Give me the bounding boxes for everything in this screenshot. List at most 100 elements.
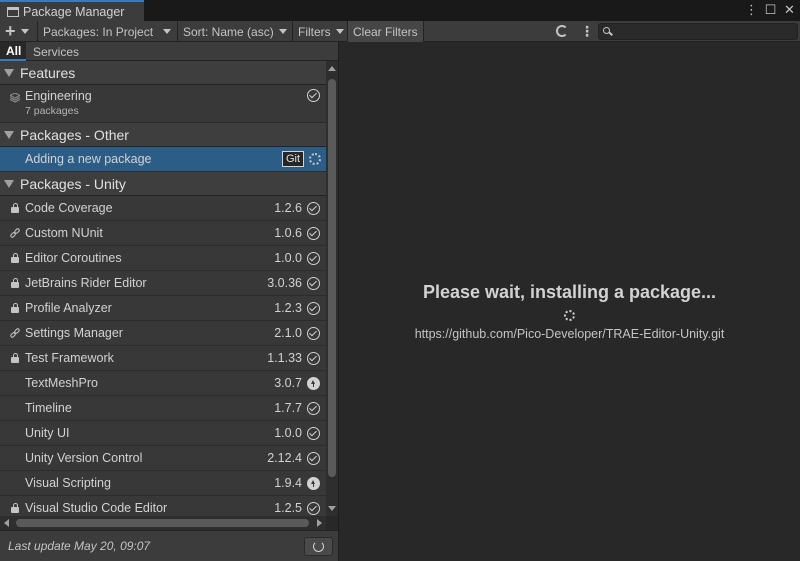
filters-label: Filters — [298, 24, 331, 39]
installed-check-icon — [307, 352, 320, 365]
package-name: TextMeshPro — [25, 376, 98, 390]
refresh-button[interactable] — [304, 537, 333, 556]
clear-filters-button[interactable]: Clear Filters — [348, 21, 424, 42]
list-item[interactable]: TextMeshPro 3.0.7 — [0, 371, 326, 396]
installed-check-icon — [307, 502, 320, 515]
expand-triangle-icon — [4, 68, 14, 77]
package-version: 1.2.5 — [274, 501, 302, 515]
window-icon — [7, 6, 19, 17]
loading-spinner-icon — [556, 25, 568, 37]
package-name: Code Coverage — [25, 201, 113, 215]
chevron-down-icon — [335, 29, 344, 34]
scroll-left-icon[interactable] — [4, 519, 9, 527]
package-name: Settings Manager — [25, 326, 123, 340]
group-header-features[interactable]: Features — [0, 61, 326, 85]
scroll-right-icon[interactable] — [317, 519, 322, 527]
link-icon — [9, 227, 21, 239]
installed-check-icon — [307, 302, 320, 315]
package-version: 2.1.0 — [274, 326, 302, 340]
search-input[interactable] — [598, 23, 798, 40]
chevron-down-icon — [278, 29, 287, 34]
package-count: 7 packages — [25, 105, 79, 117]
search-icon — [603, 27, 610, 34]
installed-check-icon — [307, 252, 320, 265]
vertical-scrollbar[interactable] — [326, 61, 338, 516]
filters-dropdown[interactable]: Filters — [293, 21, 348, 42]
list-item[interactable]: Test Framework 1.1.33 — [0, 346, 326, 371]
installed-check-icon — [307, 452, 320, 465]
package-name: Visual Scripting — [25, 476, 111, 490]
scope-label: Packages: In Project — [43, 24, 154, 39]
horizontal-scrollbar[interactable] — [0, 516, 326, 530]
group-header-other[interactable]: Packages - Other — [0, 123, 326, 147]
package-name: Unity Version Control — [25, 451, 143, 465]
sort-dropdown[interactable]: Sort: Name (asc) — [178, 21, 293, 42]
installed-check-icon — [307, 327, 320, 340]
scope-dropdown[interactable]: Packages: In Project — [38, 21, 178, 42]
chevron-down-icon — [20, 29, 29, 34]
package-version: 1.9.4 — [274, 476, 302, 490]
installed-check-icon — [307, 277, 320, 290]
package-version: 1.2.3 — [274, 301, 302, 315]
package-name: Visual Studio Code Editor — [25, 501, 168, 515]
refresh-icon — [313, 541, 324, 552]
scroll-thumb[interactable] — [16, 519, 309, 527]
window-menu-icon[interactable]: ⋮ — [745, 2, 758, 17]
package-name: Profile Analyzer — [25, 301, 112, 315]
installed-check-icon — [307, 227, 320, 240]
list-item-adding-package[interactable]: Adding a new package Git — [0, 147, 326, 172]
list-item[interactable]: Code Coverage 1.2.6 — [0, 196, 326, 221]
list-item[interactable]: Settings Manager 2.1.0 — [0, 321, 326, 346]
window-title: Package Manager — [23, 4, 125, 19]
package-version: 2.12.4 — [267, 451, 302, 465]
scroll-up-icon[interactable] — [328, 66, 336, 71]
list-item[interactable]: Timeline 1.7.7 — [0, 396, 326, 421]
list-item[interactable]: Profile Analyzer 1.2.3 — [0, 296, 326, 321]
more-options-icon[interactable]: ⋮ — [580, 23, 594, 40]
package-name: Engineering — [25, 89, 92, 103]
scroll-thumb[interactable] — [328, 79, 336, 477]
list-item[interactable]: Custom NUnit 1.0.6 — [0, 221, 326, 246]
lock-icon — [10, 203, 20, 214]
list-item[interactable]: Unity UI 1.0.0 — [0, 421, 326, 446]
expand-triangle-icon — [4, 130, 14, 139]
package-name: Timeline — [25, 401, 72, 415]
package-list: Features Engineering 7 packages Packages… — [0, 61, 326, 516]
plus-icon: + — [5, 21, 16, 41]
group-header-unity[interactable]: Packages - Unity — [0, 172, 326, 196]
lock-icon — [10, 278, 20, 289]
list-item[interactable]: JetBrains Rider Editor 3.0.36 — [0, 271, 326, 296]
list-item[interactable]: Unity Version Control 2.12.4 — [0, 446, 326, 471]
installed-check-icon — [307, 202, 320, 215]
package-name: Editor Coroutines — [25, 251, 122, 265]
lock-icon — [10, 303, 20, 314]
list-item[interactable]: Editor Coroutines 1.0.0 — [0, 246, 326, 271]
package-name: Adding a new package — [25, 152, 152, 166]
add-package-button[interactable]: + — [0, 21, 38, 42]
installed-check-icon — [307, 89, 320, 102]
window-titlebar: Package Manager ⋮ ☐ ✕ — [0, 0, 800, 21]
maximize-icon[interactable]: ☐ — [764, 2, 777, 17]
toolbar: + Packages: In Project Sort: Name (asc) … — [0, 21, 800, 42]
detail-panel: Please wait, installing a package... htt… — [339, 61, 800, 561]
tab-services[interactable]: Services — [27, 42, 85, 61]
close-icon[interactable]: ✕ — [783, 2, 796, 17]
list-item[interactable]: Visual Studio Code Editor 1.2.5 — [0, 496, 326, 516]
group-label: Features — [20, 64, 76, 81]
install-status-title: Please wait, installing a package... — [422, 282, 717, 302]
list-item[interactable]: Visual Scripting 1.9.4 — [0, 471, 326, 496]
lock-icon — [10, 503, 20, 514]
package-version: 3.0.7 — [274, 376, 302, 390]
tab-all[interactable]: All — [0, 42, 26, 61]
package-version: 1.7.7 — [274, 401, 302, 415]
feature-set-icon — [8, 92, 22, 104]
git-badge: Git — [281, 151, 304, 167]
install-url: https://github.com/Pico-Developer/TRAE-E… — [414, 327, 725, 341]
scroll-down-icon[interactable] — [328, 506, 336, 511]
package-version: 1.2.6 — [274, 201, 302, 215]
window-tab[interactable]: Package Manager — [0, 0, 144, 21]
update-available-icon — [307, 377, 320, 390]
list-item-engineering[interactable]: Engineering 7 packages — [0, 85, 326, 123]
update-available-icon — [307, 477, 320, 490]
package-version: 1.0.0 — [274, 251, 302, 265]
